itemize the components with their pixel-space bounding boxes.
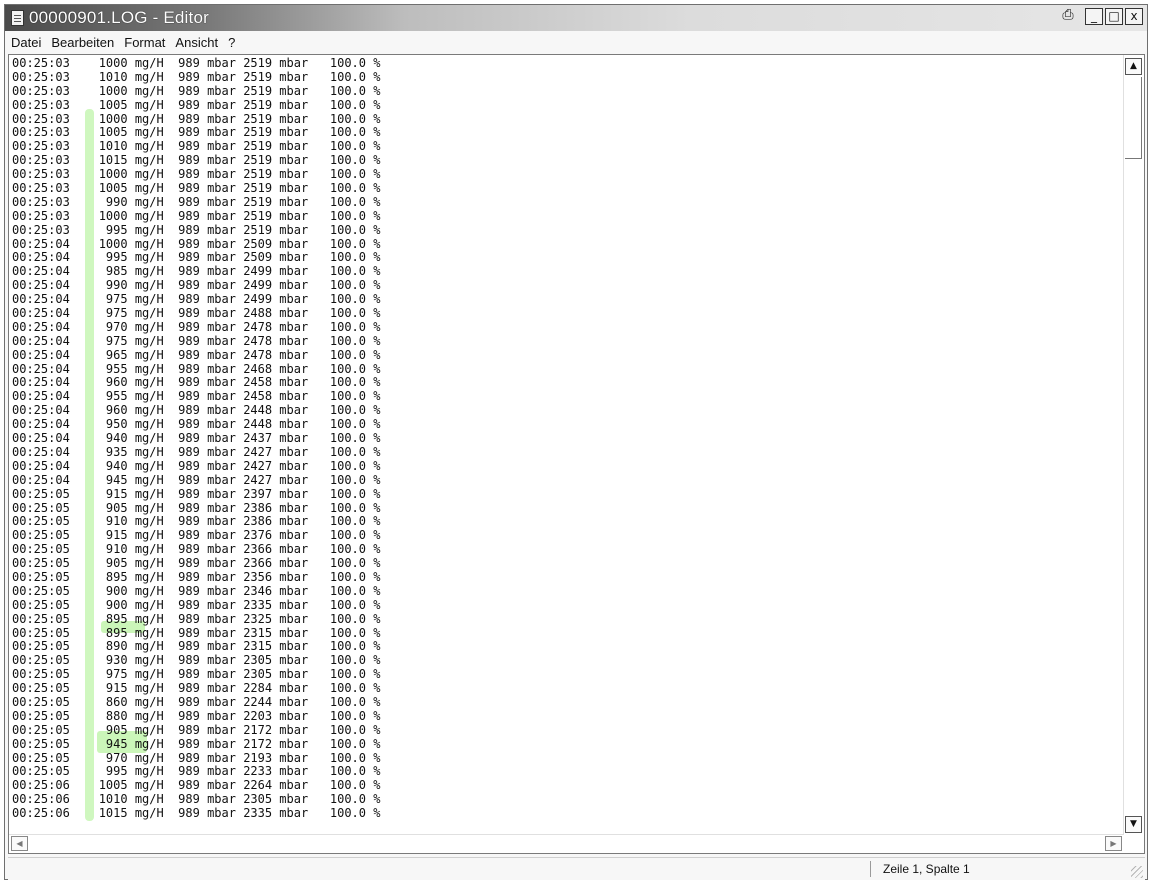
scroll-thumb[interactable] — [1125, 77, 1142, 159]
log-line: 00:25:03 1010 mg/H 989 mbar 2519 mbar 10… — [12, 139, 381, 154]
log-line: 00:25:05 895 mg/H 989 mbar 2315 mbar 100… — [12, 625, 381, 640]
log-line: 00:25:03 1000 mg/H 989 mbar 2519 mbar 10… — [12, 56, 381, 70]
menu-ansicht[interactable]: Ansicht — [175, 35, 218, 50]
log-line: 00:25:04 965 mg/H 989 mbar 2478 mbar 100… — [12, 347, 381, 362]
menu-datei[interactable]: Datei — [11, 35, 41, 50]
log-line: 00:25:04 950 mg/H 989 mbar 2448 mbar 100… — [12, 417, 381, 432]
status-separator — [870, 861, 871, 877]
status-bar: Zeile 1, Spalte 1 — [8, 857, 1145, 880]
log-line: 00:25:05 915 mg/H 989 mbar 2376 mbar 100… — [12, 528, 381, 543]
vertical-scrollbar[interactable]: ▲ ▼ — [1123, 55, 1144, 835]
title-bar[interactable]: 00000901.LOG - Editor ⎙ _ □ x — [5, 5, 1147, 31]
log-line: 00:25:05 995 mg/H 989 mbar 2233 mbar 100… — [12, 764, 381, 779]
log-line: 00:25:05 860 mg/H 989 mbar 2244 mbar 100… — [12, 694, 381, 709]
log-line: 00:25:05 970 mg/H 989 mbar 2193 mbar 100… — [12, 750, 381, 765]
print-icon: ⎙ — [1062, 7, 1074, 23]
editor-window: 00000901.LOG - Editor ⎙ _ □ x Datei Bear… — [4, 4, 1148, 880]
log-line: 00:25:03 995 mg/H 989 mbar 2519 mbar 100… — [12, 222, 381, 237]
log-line: 00:25:03 1000 mg/H 989 mbar 2519 mbar 10… — [12, 208, 381, 223]
close-button[interactable]: x — [1125, 8, 1143, 25]
log-line: 00:25:04 970 mg/H 989 mbar 2478 mbar 100… — [12, 319, 381, 334]
log-line: 00:25:05 905 mg/H 989 mbar 2172 mbar 100… — [12, 722, 381, 737]
log-line: 00:25:04 975 mg/H 989 mbar 2499 mbar 100… — [12, 292, 381, 307]
scroll-right-icon[interactable]: ▶ — [1105, 836, 1122, 851]
log-line: 00:25:05 905 mg/H 989 mbar 2366 mbar 100… — [12, 556, 381, 571]
log-line: 00:25:06 1010 mg/H 989 mbar 2305 mbar 10… — [12, 792, 381, 807]
log-line: 00:25:04 975 mg/H 989 mbar 2488 mbar 100… — [12, 306, 381, 321]
log-line: 00:25:04 1000 mg/H 989 mbar 2509 mbar 10… — [12, 236, 381, 251]
log-line: 00:25:05 895 mg/H 989 mbar 2356 mbar 100… — [12, 569, 381, 584]
log-line: 00:25:03 1005 mg/H 989 mbar 2519 mbar 10… — [12, 125, 381, 140]
log-line: 00:25:05 915 mg/H 989 mbar 2397 mbar 100… — [12, 486, 381, 501]
log-line: 00:25:06 1015 mg/H 989 mbar 2335 mbar 10… — [12, 806, 381, 821]
log-line: 00:25:03 1000 mg/H 989 mbar 2519 mbar 10… — [12, 111, 381, 126]
log-line: 00:25:06 1005 mg/H 989 mbar 2264 mbar 10… — [12, 778, 381, 793]
log-line: 00:25:04 940 mg/H 989 mbar 2437 mbar 100… — [12, 431, 381, 446]
log-line: 00:25:03 1000 mg/H 989 mbar 2519 mbar 10… — [12, 83, 381, 98]
log-line: 00:25:04 985 mg/H 989 mbar 2499 mbar 100… — [12, 264, 381, 279]
log-line: 00:25:04 995 mg/H 989 mbar 2509 mbar 100… — [12, 250, 381, 265]
log-line: 00:25:04 960 mg/H 989 mbar 2448 mbar 100… — [12, 403, 381, 418]
log-line: 00:25:03 1000 mg/H 989 mbar 2519 mbar 10… — [12, 167, 381, 182]
log-line: 00:25:05 895 mg/H 989 mbar 2325 mbar 100… — [12, 611, 381, 626]
menu-bearbeiten[interactable]: Bearbeiten — [51, 35, 114, 50]
log-line: 00:25:03 1010 mg/H 989 mbar 2519 mbar 10… — [12, 69, 381, 84]
log-line: 00:25:05 945 mg/H 989 mbar 2172 mbar 100… — [12, 736, 381, 751]
log-line: 00:25:04 935 mg/H 989 mbar 2427 mbar 100… — [12, 444, 381, 459]
menu-help[interactable]: ? — [228, 35, 235, 50]
log-line: 00:25:03 1005 mg/H 989 mbar 2519 mbar 10… — [12, 97, 381, 112]
window-controls: ⎙ _ □ x — [1059, 8, 1143, 25]
scroll-corner — [1124, 835, 1144, 853]
log-line: 00:25:05 905 mg/H 989 mbar 2386 mbar 100… — [12, 500, 381, 515]
log-line: 00:25:05 910 mg/H 989 mbar 2386 mbar 100… — [12, 514, 381, 529]
log-line: 00:25:05 910 mg/H 989 mbar 2366 mbar 100… — [12, 542, 381, 557]
text-editor[interactable]: 00:25:03 1000 mg/H 989 mbar 2519 mbar 10… — [8, 54, 1145, 854]
log-line: 00:25:05 915 mg/H 989 mbar 2284 mbar 100… — [12, 681, 381, 696]
horizontal-scrollbar[interactable]: ◀ ▶ — [9, 834, 1124, 853]
log-line: 00:25:05 930 mg/H 989 mbar 2305 mbar 100… — [12, 653, 381, 668]
log-line: 00:25:05 900 mg/H 989 mbar 2346 mbar 100… — [12, 583, 381, 598]
log-line: 00:25:05 880 mg/H 989 mbar 2203 mbar 100… — [12, 708, 381, 723]
log-line: 00:25:04 945 mg/H 989 mbar 2427 mbar 100… — [12, 472, 381, 487]
log-line: 00:25:03 1015 mg/H 989 mbar 2519 mbar 10… — [12, 153, 381, 168]
log-line: 00:25:04 940 mg/H 989 mbar 2427 mbar 100… — [12, 458, 381, 473]
window-title: 00000901.LOG - Editor — [29, 8, 209, 27]
log-line: 00:25:05 900 mg/H 989 mbar 2335 mbar 100… — [12, 597, 381, 612]
log-line: 00:25:04 955 mg/H 989 mbar 2458 mbar 100… — [12, 389, 381, 404]
maximize-button[interactable]: □ — [1105, 8, 1123, 25]
log-line: 00:25:04 960 mg/H 989 mbar 2458 mbar 100… — [12, 375, 381, 390]
scroll-down-icon[interactable]: ▼ — [1125, 816, 1142, 833]
log-line: 00:25:04 955 mg/H 989 mbar 2468 mbar 100… — [12, 361, 381, 376]
log-line: 00:25:04 975 mg/H 989 mbar 2478 mbar 100… — [12, 333, 381, 348]
menu-format[interactable]: Format — [124, 35, 165, 50]
menu-bar: Datei Bearbeiten Format Ansicht ? — [5, 32, 1147, 53]
minimize-button[interactable]: _ — [1085, 8, 1103, 25]
text-content[interactable]: 00:25:03 1000 mg/H 989 mbar 2519 mbar 10… — [9, 55, 1124, 835]
resize-grip-icon[interactable] — [1131, 866, 1143, 878]
scroll-left-icon[interactable]: ◀ — [11, 836, 28, 851]
log-line: 00:25:03 1005 mg/H 989 mbar 2519 mbar 10… — [12, 181, 381, 196]
notepad-icon — [11, 10, 24, 26]
log-line: 00:25:05 975 mg/H 989 mbar 2305 mbar 100… — [12, 667, 381, 682]
log-line: 00:25:03 990 mg/H 989 mbar 2519 mbar 100… — [12, 194, 381, 209]
log-line: 00:25:05 890 mg/H 989 mbar 2315 mbar 100… — [12, 639, 381, 654]
log-line: 00:25:04 990 mg/H 989 mbar 2499 mbar 100… — [12, 278, 381, 293]
scroll-up-icon[interactable]: ▲ — [1125, 58, 1142, 75]
cursor-position: Zeile 1, Spalte 1 — [883, 862, 970, 876]
